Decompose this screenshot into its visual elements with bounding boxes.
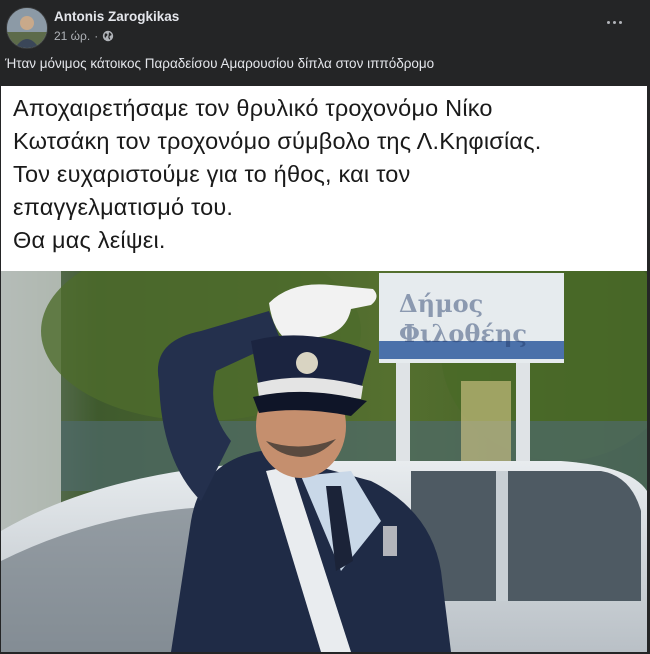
image-text-line: Θα μας λείψει. <box>13 227 166 253</box>
post-image[interactable]: Αποχαιρετήσαμε τον θρυλικό τροχονόμο Νίκ… <box>1 86 647 652</box>
traffic-officer-photo: Δήμος Φιλοθέης <box>1 271 647 652</box>
post-timestamp[interactable]: 21 ώρ. <box>54 29 90 43</box>
more-options-icon[interactable] <box>600 12 628 32</box>
image-text-line: Αποχαιρετήσαμε τον θρυλικό τροχονόμο Νίκ… <box>13 95 493 121</box>
post-header: Antonis Zarogkikas 21 ώρ. · <box>0 0 650 50</box>
author-name[interactable]: Antonis Zarogkikas <box>54 9 179 24</box>
image-text-line: Τον ευχαριστούμε για το ήθος, και τον <box>13 161 411 187</box>
sign-text-line: Δήμος <box>399 289 484 318</box>
image-text-panel: Αποχαιρετήσαμε τον θρυλικό τροχονόμο Νίκ… <box>1 86 647 271</box>
post-caption: Ήταν μόνιμος κάτοικος Παραδείσου Αμαρουσ… <box>5 56 435 71</box>
author-avatar[interactable] <box>6 7 48 49</box>
post-meta: 21 ώρ. · <box>54 29 114 43</box>
globe-icon[interactable] <box>102 30 114 42</box>
image-text-line: Κωτσάκη τον τροχονόμο σύμβολο της Λ.Κηφι… <box>13 128 542 154</box>
sign-text-line: Φιλοθέης <box>399 319 528 348</box>
facebook-post: Antonis Zarogkikas 21 ώρ. · Ήταν μόνιμος… <box>0 0 650 654</box>
meta-separator: · <box>94 29 99 43</box>
image-text-line: επαγγελματισμό του. <box>13 194 234 220</box>
